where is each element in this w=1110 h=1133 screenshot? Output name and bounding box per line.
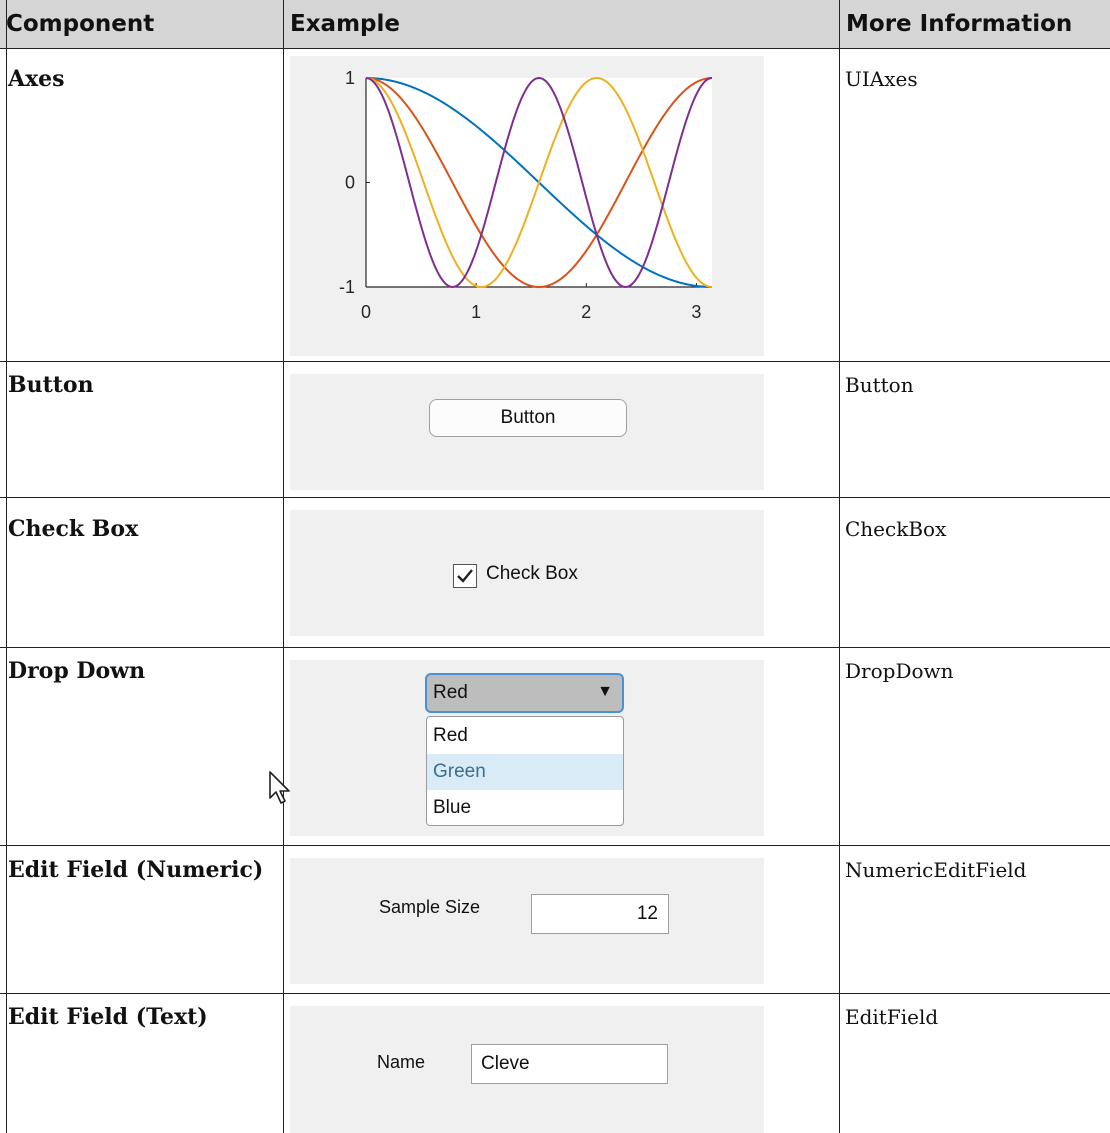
- info-link-button[interactable]: Button: [845, 372, 1105, 399]
- numeric-field-label: Sample Size: [379, 897, 481, 917]
- y-tick-label: 1: [345, 68, 355, 88]
- caret-down-icon: ▼: [597, 683, 613, 700]
- row-divider: [0, 647, 1110, 648]
- header-more-information: More Information: [840, 0, 1110, 48]
- checkbox-label[interactable]: Check Box: [486, 563, 578, 585]
- table-divider-1: [283, 0, 284, 1133]
- component-name-button: Button: [8, 372, 94, 398]
- info-link-checkbox[interactable]: CheckBox: [845, 516, 1105, 543]
- header-component: Component: [0, 0, 283, 48]
- dropdown-options-list: Red Green Blue: [426, 716, 624, 826]
- x-tick-label: 3: [691, 302, 701, 322]
- line-chart: 0 1 2 3 1 0 -1: [339, 68, 713, 322]
- header-example: Example: [284, 0, 839, 48]
- component-name-numeric-edit-field: Edit Field (Numeric): [8, 857, 264, 883]
- info-link-uiaxes[interactable]: UIAxes: [845, 66, 1105, 93]
- mouse-pointer-icon: [269, 771, 290, 804]
- checkmark-icon: [457, 569, 473, 583]
- info-link-dropdown[interactable]: DropDown: [845, 658, 1105, 685]
- dropdown-option-blue[interactable]: Blue: [427, 790, 623, 826]
- y-tick-label: 0: [345, 173, 355, 193]
- row-divider: [0, 993, 1110, 994]
- button-example: Button: [290, 374, 764, 490]
- sample-size-input[interactable]: 12: [531, 894, 669, 934]
- numeric-field-example: Sample Size 12: [290, 858, 764, 984]
- name-input[interactable]: Cleve: [471, 1044, 668, 1084]
- y-tick-label: -1: [339, 277, 355, 297]
- example-button[interactable]: Button: [429, 399, 627, 437]
- dropdown-option-green[interactable]: Green: [427, 754, 623, 790]
- table-border-left: [6, 0, 7, 1133]
- row-divider: [0, 497, 1110, 498]
- row-divider: [0, 845, 1110, 846]
- x-tick-label: 1: [471, 302, 481, 322]
- component-name-dropdown: Drop Down: [8, 658, 146, 684]
- info-link-editfield[interactable]: EditField: [845, 1004, 1105, 1031]
- checkbox-example: Check Box: [290, 510, 764, 636]
- text-field-example: Name Cleve: [290, 1006, 764, 1133]
- component-name-text-edit-field: Edit Field (Text): [8, 1004, 208, 1030]
- example-checkbox[interactable]: [453, 564, 477, 588]
- x-tick-label: 2: [581, 302, 591, 322]
- component-name-checkbox: Check Box: [8, 516, 139, 542]
- component-name-axes: Axes: [8, 66, 65, 92]
- dropdown-option-red[interactable]: Red: [427, 718, 623, 754]
- row-divider: [0, 361, 1110, 362]
- axes-example: 0 1 2 3 1 0 -1: [290, 56, 764, 356]
- text-field-label: Name: [377, 1052, 426, 1072]
- table-divider-2: [839, 0, 840, 1133]
- row-divider: [0, 48, 1110, 49]
- components-table: Component Example More Information Axes …: [0, 0, 1110, 1133]
- x-tick-label: 0: [361, 302, 371, 322]
- dropdown-example: Red ▼ Red Green Blue: [290, 660, 764, 836]
- info-link-numericeditfield[interactable]: NumericEditField: [845, 857, 1105, 884]
- dropdown-selected-value: Red: [433, 682, 468, 703]
- example-dropdown[interactable]: Red ▼: [425, 673, 624, 713]
